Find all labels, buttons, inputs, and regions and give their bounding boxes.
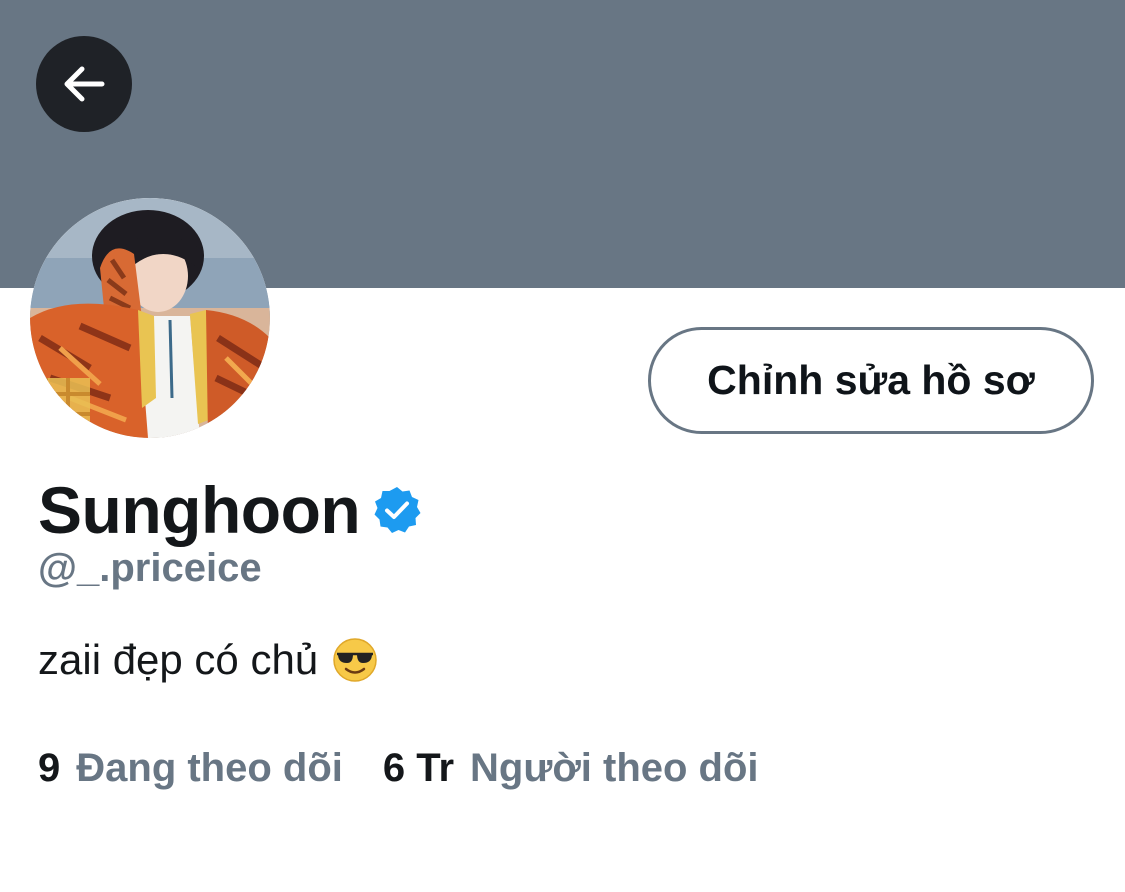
verified-badge-icon[interactable]: [372, 485, 422, 535]
following-stat[interactable]: 9 Đang theo dõi: [38, 746, 343, 791]
followers-label[interactable]: Người theo dõi: [470, 746, 758, 791]
display-name: Sunghoon: [38, 473, 361, 547]
avatar-photo: [30, 198, 270, 438]
following-count: 9: [38, 746, 61, 790]
username-handle: @_.priceice: [38, 546, 262, 590]
bio-text: zaii đẹp có chủ: [38, 636, 319, 683]
name-row: Sunghoon: [38, 470, 422, 550]
avatar[interactable]: [30, 198, 270, 438]
profile-stats: 9 Đang theo dõi 6 Tr Người theo dõi: [38, 746, 759, 791]
following-label[interactable]: Đang theo dõi: [76, 746, 343, 791]
followers-count: 6 Tr: [382, 746, 455, 790]
bio: zaii đẹp có chủ: [38, 636, 378, 684]
followers-stat[interactable]: 6 Tr Người theo dõi: [383, 746, 759, 791]
back-button[interactable]: [36, 36, 132, 132]
edit-profile-button[interactable]: Chỉnh sửa hồ sơ: [648, 327, 1094, 434]
smiling-face-with-sunglasses-icon: [333, 638, 377, 682]
arrow-left-icon: [64, 66, 105, 102]
